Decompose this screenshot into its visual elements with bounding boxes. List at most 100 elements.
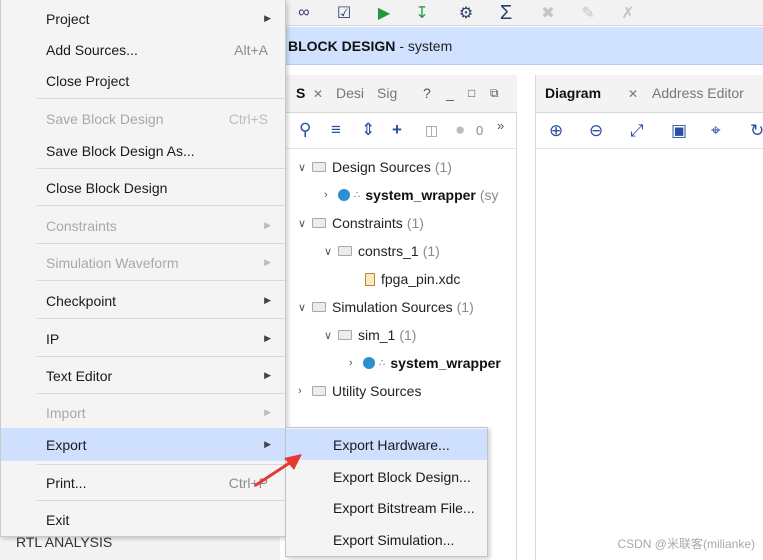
menu-separator	[37, 356, 285, 357]
file-menu: Project ▶ Add Sources... Alt+A Close Proje…	[0, 0, 286, 537]
menu-item-project[interactable]: Project ▶	[1, 2, 285, 35]
chevron-right-icon[interactable]: ›	[324, 189, 338, 201]
fit-view-icon[interactable]: ⤢	[630, 121, 644, 141]
sources-toolbar: ⚲ ≡ ⇕ + ◫ ● 0 »	[285, 114, 517, 149]
menu-item-add-sources[interactable]: Add Sources... Alt+A	[1, 33, 285, 66]
chevron-right-icon[interactable]: ›	[349, 357, 363, 369]
folder-icon	[312, 302, 326, 312]
tree-fpga-pin-xdc[interactable]: fpga_pin.xdc	[365, 268, 460, 290]
restore-icon[interactable]: ⧉	[490, 86, 499, 101]
help-icon[interactable]: ?	[423, 85, 431, 101]
menu-item-export[interactable]: Export ▶	[1, 428, 285, 461]
menu-item-simulation-waveform: Simulation Waveform ▶	[46, 254, 271, 271]
module-icon	[363, 357, 375, 369]
tree-utility-sources[interactable]: › Utility Sources	[298, 380, 421, 402]
xdc-file-icon	[365, 272, 375, 286]
tree-sim-system-wrapper[interactable]: › ∴ system_wrapper	[349, 352, 501, 374]
close-icon[interactable]: ✕	[313, 87, 323, 101]
gear-icon[interactable]: ⚙	[455, 2, 477, 24]
minimize-icon[interactable]: _	[446, 85, 454, 101]
module-icon	[338, 189, 350, 201]
collapse-all-icon[interactable]: ≡	[331, 120, 341, 140]
tab-diagram[interactable]: Diagram	[545, 85, 601, 101]
tab-sources[interactable]: S	[296, 85, 305, 101]
zoom-in-icon[interactable]: ⊕	[549, 121, 563, 141]
folder-icon	[338, 330, 352, 340]
chevron-right-icon: ▶	[264, 295, 271, 305]
tab-design[interactable]: Desi	[336, 85, 364, 101]
chevron-right-icon: ▶	[264, 13, 271, 23]
menu-item-import: Import ▶	[46, 404, 271, 421]
status-dot-icon: ●	[455, 120, 466, 139]
tree-system-wrapper[interactable]: › ∴ system_wrapper (sy	[324, 184, 499, 206]
program-icon[interactable]: ↧	[411, 2, 433, 24]
chevron-down-icon[interactable]: ∨	[324, 329, 338, 342]
maximize-icon[interactable]: □	[468, 86, 475, 100]
chevron-right-icon: ▶	[264, 333, 271, 343]
properties-icon[interactable]: ◫	[425, 122, 438, 139]
folder-icon	[312, 386, 326, 396]
menu-item-exit[interactable]: Exit	[1, 503, 285, 536]
submenu-item-export-bitstream[interactable]: Export Bitstream File...	[286, 492, 487, 523]
watermark: CSDN @米联客(milianke)	[617, 537, 755, 551]
menu-separator	[37, 98, 285, 99]
window-subtitle: - system	[399, 37, 453, 54]
submenu-item-export-simulation[interactable]: Export Simulation...	[286, 524, 487, 555]
menu-separator	[37, 168, 285, 169]
menu-item-close-project[interactable]: Close Project	[1, 64, 285, 97]
menu-item-checkpoint[interactable]: Checkpoint ▶	[1, 284, 285, 317]
tree-sim-1[interactable]: ∨ sim_1 (1)	[324, 324, 416, 346]
search-icon[interactable]: ⚲	[299, 120, 311, 140]
main-toolbar: ∞ ☑ ▶ ↧ ⚙ Σ ✖ ✎ ✗	[285, 0, 763, 26]
menu-separator	[37, 464, 285, 465]
tab-signals[interactable]: Sig	[377, 85, 397, 101]
diagram-toolbar: ⊕ ⊖ ⤢ ▣ ⌖ ↻	[536, 114, 763, 149]
chevron-right-icon: ▶	[264, 370, 271, 380]
run-icon[interactable]: ▶	[373, 2, 395, 24]
refresh-icon[interactable]: ↻	[750, 121, 763, 141]
menu-separator	[37, 500, 285, 501]
zoom-out-icon[interactable]: ⊖	[589, 121, 603, 141]
diagram-panel: Diagram ✕ Address Editor ⊕ ⊖ ⤢ ▣ ⌖ ↻	[535, 75, 763, 560]
submenu-item-export-hardware[interactable]: Export Hardware...	[286, 429, 487, 460]
count-badge: 0	[476, 123, 484, 138]
submenu-item-export-block-design[interactable]: Export Block Design...	[286, 461, 487, 492]
folder-icon	[338, 246, 352, 256]
menu-separator	[37, 205, 285, 206]
menu-item-text-editor[interactable]: Text Editor ▶	[1, 359, 285, 392]
link-icon[interactable]: ∞	[293, 2, 315, 24]
tree-constrs-1[interactable]: ∨ constrs_1 (1)	[324, 240, 440, 262]
tree-constraints[interactable]: ∨ Constraints (1)	[298, 212, 424, 234]
crosshair-icon[interactable]: ⌖	[711, 121, 721, 141]
menu-item-print[interactable]: Print... Ctrl+P	[1, 466, 285, 499]
diagram-tab-bar: Diagram ✕ Address Editor	[536, 75, 763, 113]
checkmark-icon[interactable]: ☑	[333, 2, 355, 24]
annotation-arrow-icon	[254, 454, 302, 487]
chevron-right-icon: ▶	[264, 220, 271, 230]
menu-separator	[37, 243, 285, 244]
close-icon[interactable]: ✕	[628, 87, 638, 101]
edit-icon: ✎	[581, 5, 595, 22]
menu-separator	[37, 393, 285, 394]
menu-item-save-block-design-as[interactable]: Save Block Design As...	[1, 134, 285, 167]
debug-icon: ✖	[541, 5, 555, 22]
chevron-right-icon: ▶	[264, 257, 271, 267]
chevron-down-icon[interactable]: ∨	[298, 301, 312, 314]
add-icon[interactable]: +	[392, 120, 402, 140]
menu-separator	[37, 318, 285, 319]
chevron-down-icon[interactable]: ∨	[298, 161, 312, 174]
chevron-right-icon[interactable]: ›	[298, 385, 312, 397]
chevron-right-icon: ▶	[264, 439, 271, 449]
tree-simulation-sources[interactable]: ∨ Simulation Sources (1)	[298, 296, 474, 318]
menu-item-close-block-design[interactable]: Close Block Design	[1, 171, 285, 204]
expand-all-icon[interactable]: ⇕	[361, 120, 375, 140]
chevron-down-icon[interactable]: ∨	[324, 245, 338, 258]
sigma-icon[interactable]: Σ	[495, 2, 517, 24]
menu-item-ip[interactable]: IP ▶	[1, 322, 285, 355]
tools-icon: ✗	[621, 5, 635, 22]
chevron-down-icon[interactable]: ∨	[298, 217, 312, 230]
tab-address-editor[interactable]: Address Editor	[652, 85, 744, 101]
more-icon[interactable]: »	[497, 118, 504, 133]
tree-design-sources[interactable]: ∨ Design Sources (1)	[298, 156, 452, 178]
zoom-area-icon[interactable]: ▣	[671, 121, 687, 141]
